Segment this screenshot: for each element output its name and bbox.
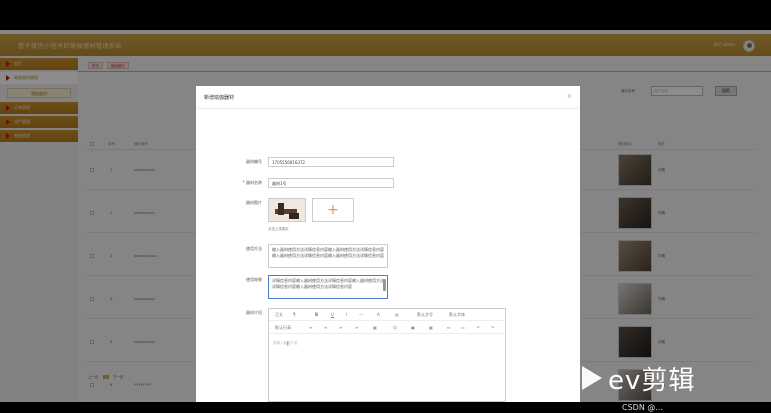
align-center-icon[interactable]: ≡	[324, 325, 327, 330]
italic-button[interactable]: I	[346, 312, 347, 317]
upload-hint: 点击上传图片	[268, 227, 289, 231]
undo-icon[interactable]: ↶	[477, 325, 480, 330]
effect-label: 使用效果	[246, 277, 262, 282]
align-right-icon[interactable]: ≡	[339, 325, 342, 330]
play-icon	[582, 366, 602, 390]
app-screen: 基于微信小程序的瑜伽器材管理系统 你好 admin 首页 瑜伽器材管理 瑜伽器材…	[0, 30, 771, 402]
add-image-button[interactable]: +	[312, 198, 354, 222]
code-icon[interactable]: ▭	[461, 325, 465, 330]
video-frame: 基于微信小程序的瑜伽器材管理系统 你好 admin 首页 瑜伽器材管理 瑜伽器材…	[0, 0, 771, 413]
code-input[interactable]: 1705556816372	[268, 157, 394, 167]
code-label: 器材编号	[246, 159, 262, 164]
redo-icon[interactable]: ↷	[491, 325, 494, 330]
emoji-icon[interactable]: ☺	[393, 325, 397, 330]
text-cursor-icon: I	[287, 341, 289, 348]
name-label: * 器材名称	[242, 180, 262, 185]
strikethrough-button[interactable]: —	[359, 312, 363, 317]
editor-toolbar-row-2: 默认行高 ≡ ≡ ≡ ≡ ▦ ☺ ▣ ▦ ⇔ ▭ ↶ ↷	[269, 322, 507, 334]
align-left-icon[interactable]: ≡	[309, 325, 312, 330]
paragraph-style-dropdown[interactable]: 正文	[275, 312, 283, 318]
video-watermark: ev剪辑	[578, 358, 758, 398]
uploaded-image[interactable]	[268, 198, 306, 222]
background-color-button[interactable]: ▤	[395, 312, 399, 317]
link-icon[interactable]: ⇔	[447, 325, 450, 330]
editor-toolbar-row-1: 正文 ¶ B U I — A ▤ 默认字号 默认字体	[269, 309, 507, 321]
line-height-dropdown[interactable]: 默认行高	[275, 325, 291, 331]
textarea-scrollbar[interactable]	[383, 279, 386, 291]
rich-text-editor: 正文 ¶ B U I — A ▤ 默认字号 默认字体 默认行高 ≡ ≡ ≡ ≡	[268, 308, 507, 402]
bold-button[interactable]: B	[315, 312, 318, 317]
method-label: 使用方法	[246, 246, 262, 251]
video-icon[interactable]: ▦	[429, 325, 433, 330]
close-icon[interactable]: ×	[567, 93, 572, 100]
csdn-watermark: CSDN @...	[622, 403, 663, 412]
image-label: 器材图片	[246, 200, 262, 205]
font-size-dropdown[interactable]: 默认字号	[417, 312, 433, 318]
effect-text: 详情信息内容输入器材使用方法详情信息内容输入器材使用方法详情信息内容输入器材使用…	[272, 278, 384, 289]
dialog-title: 新增瑜伽器材	[204, 95, 235, 101]
editor-placeholder: 请输入器材介绍	[273, 341, 298, 345]
list-icon[interactable]: ≡	[355, 325, 358, 330]
add-equipment-dialog: 新增瑜伽器材 × 器材编号 1705556816372 * 器材名称 器材1号 …	[196, 86, 580, 402]
editor-body[interactable]: 请输入器材介绍 I	[269, 335, 507, 402]
effect-textarea[interactable]: 详情信息内容输入器材使用方法详情信息内容输入器材使用方法详情信息内容输入器材使用…	[268, 275, 388, 299]
intro-label: 器材介绍	[246, 310, 262, 315]
divider	[196, 108, 580, 109]
table-icon[interactable]: ▦	[373, 325, 377, 330]
font-family-dropdown[interactable]: 默认字体	[449, 312, 465, 318]
equipment-image	[269, 199, 305, 221]
paragraph-icon[interactable]: ¶	[293, 312, 296, 317]
name-input[interactable]: 器材1号	[268, 178, 394, 188]
image-icon[interactable]: ▣	[411, 325, 415, 330]
font-color-button[interactable]: A	[377, 312, 380, 317]
underline-button[interactable]: U	[331, 312, 334, 317]
watermark-brand: ev剪辑	[608, 366, 696, 396]
method-textarea[interactable]: 输入器材使用方法详情信息内容输入器材使用方法详情信息内容输入器材使用方法详情信息…	[268, 244, 388, 268]
